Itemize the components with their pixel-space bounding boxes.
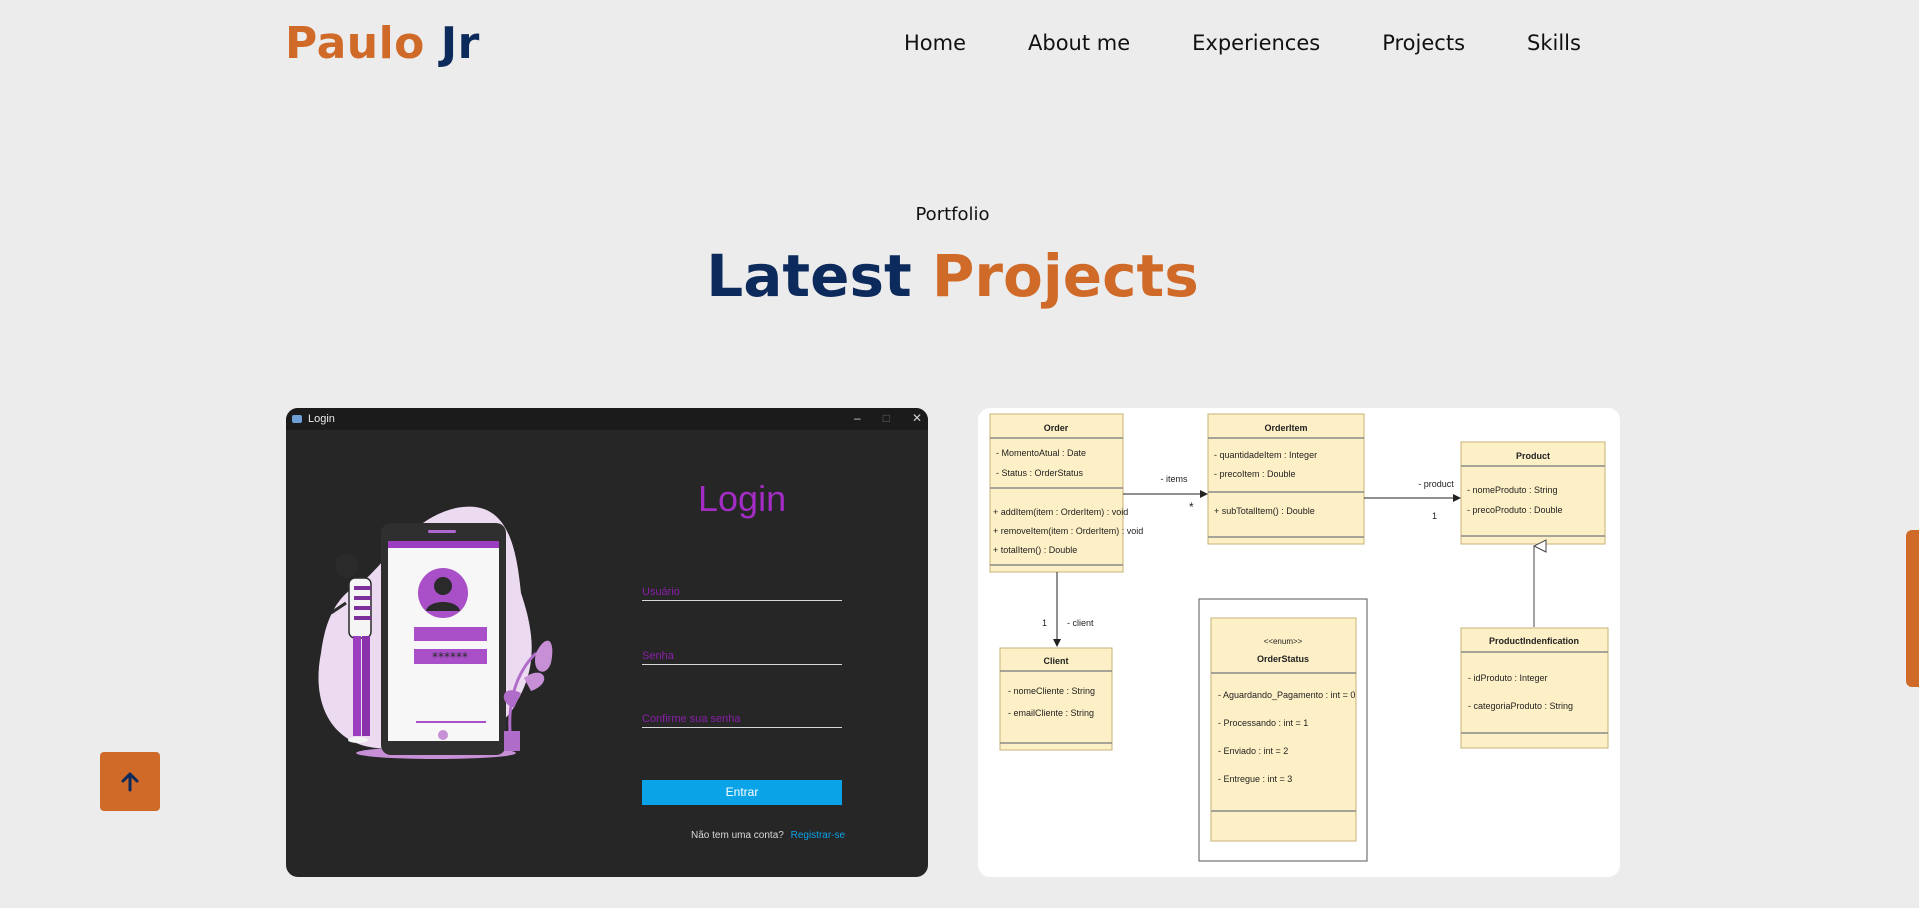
- uml-productid-attr: - idProduto : Integer: [1468, 673, 1548, 683]
- nav-experiences[interactable]: Experiences: [1192, 31, 1320, 55]
- uml-label-items-mult: *: [1189, 500, 1194, 514]
- uml-label-items: - items: [1161, 474, 1189, 484]
- uml-enum-name: OrderStatus: [1257, 654, 1309, 664]
- logo-last: Jr: [440, 18, 480, 69]
- login-illustration: ******: [318, 506, 553, 759]
- uml-orderitem-op: + subTotalItem() : Double: [1214, 506, 1315, 516]
- uml-enum-orderstatus: <<enum>> OrderStatus - Aguardando_Pagame…: [1210, 617, 1357, 842]
- uml-enum-stereotype: <<enum>>: [1264, 637, 1303, 646]
- password-placeholder: Senha: [642, 650, 674, 662]
- uml-enum-value: - Processando : int = 1: [1218, 718, 1308, 728]
- main-nav: Home About me Experiences Projects Skill…: [904, 31, 1581, 55]
- uml-order-op: + removeItem(item : OrderItem) : void: [993, 526, 1143, 536]
- uml-order-attr: - MomentoAtual : Date: [996, 448, 1086, 458]
- uml-orderitem-name: OrderItem: [1264, 423, 1307, 433]
- confirm-password-field[interactable]: Confirme sua senha: [642, 707, 842, 728]
- uml-diagram: Order - MomentoAtual : Date - Status : O…: [989, 413, 1609, 862]
- uml-enum-value: - Aguardando_Pagamento : int = 0: [1218, 690, 1355, 700]
- register-prompt: Não tem uma conta? Registrar-se: [691, 830, 845, 841]
- uml-order-name: Order: [1044, 423, 1069, 433]
- section-title-part1: Latest: [706, 242, 912, 310]
- section-title-part2: Projects: [931, 242, 1199, 310]
- maximize-icon: □: [882, 411, 890, 425]
- username-field[interactable]: Usuário: [642, 580, 842, 601]
- username-placeholder: Usuário: [642, 586, 680, 598]
- uml-order-op: + addItem(item : OrderItem) : void: [993, 507, 1128, 517]
- uml-orderitem-attr: - quantidadeItem : Integer: [1214, 450, 1317, 460]
- site-logo[interactable]: Paulo Jr: [285, 18, 480, 69]
- uml-client-attr: - emailCliente : String: [1008, 708, 1094, 718]
- back-to-top-button[interactable]: [100, 752, 160, 811]
- uml-label-client-mult: 1: [1042, 618, 1047, 628]
- svg-text:******: ******: [432, 650, 468, 664]
- app-icon: [292, 415, 302, 423]
- section-title: Latest Projects: [0, 242, 1905, 310]
- uml-product-attr: - precoProduto : Double: [1467, 505, 1563, 515]
- confirm-password-placeholder: Confirme sua senha: [642, 713, 741, 725]
- nav-about-me[interactable]: About me: [1028, 31, 1130, 55]
- register-text: Não tem uma conta?: [691, 830, 784, 841]
- uml-label-product-mult: 1: [1432, 511, 1437, 521]
- password-field[interactable]: Senha: [642, 644, 842, 665]
- nav-skills[interactable]: Skills: [1527, 31, 1581, 55]
- minimize-icon: –: [854, 411, 861, 425]
- uml-client-attr: - nomeCliente : String: [1008, 686, 1095, 696]
- uml-class-product: Product - nomeProduto : String - precoPr…: [1460, 441, 1606, 545]
- uml-label-product: - product: [1418, 479, 1454, 489]
- uml-class-orderitem: OrderItem - quantidadeItem : Integer - p…: [1207, 413, 1365, 545]
- register-link[interactable]: Registrar-se: [791, 830, 845, 841]
- uml-enum-value: - Entregue : int = 3: [1218, 774, 1292, 784]
- nav-projects[interactable]: Projects: [1382, 31, 1465, 55]
- window-titlebar: Login – □ ✕: [286, 408, 928, 430]
- uml-label-client: - client: [1067, 618, 1094, 628]
- uml-order-attr: - Status : OrderStatus: [996, 468, 1084, 478]
- uml-product-attr: - nomeProduto : String: [1467, 485, 1558, 495]
- uml-product-name: Product: [1516, 451, 1550, 461]
- project-card-uml[interactable]: Order - MomentoAtual : Date - Status : O…: [978, 408, 1620, 877]
- nav-home[interactable]: Home: [904, 31, 966, 55]
- logo-first: Paulo: [285, 18, 425, 69]
- arrow-up-icon: [121, 772, 139, 791]
- project-card-login[interactable]: Login – □ ✕ ****** Login Usuário Senha C…: [286, 408, 928, 877]
- uml-enum-value: - Enviado : int = 2: [1218, 746, 1288, 756]
- portfolio-page: Paulo Jr Home About me Experiences Proje…: [0, 0, 1919, 908]
- window-title: Login: [308, 413, 335, 425]
- uml-orderitem-attr: - precoItem : Double: [1214, 469, 1296, 479]
- uml-class-order: Order - MomentoAtual : Date - Status : O…: [989, 413, 1143, 573]
- side-scroll-tab[interactable]: [1906, 530, 1919, 687]
- uml-client-name: Client: [1043, 656, 1068, 666]
- uml-order-op: + totalItem() : Double: [993, 545, 1077, 555]
- entrar-button[interactable]: Entrar: [642, 780, 842, 805]
- login-heading: Login: [698, 478, 787, 519]
- window-controls: – □ ✕: [854, 411, 922, 425]
- section-eyebrow: Portfolio: [915, 204, 990, 225]
- uml-productid-attr: - categoriaProduto : String: [1468, 701, 1573, 711]
- uml-class-productid: ProductIndenfication - idProduto : Integ…: [1460, 627, 1609, 749]
- uml-productid-name: ProductIndenfication: [1489, 636, 1579, 646]
- uml-class-client: Client - nomeCliente : String - emailCli…: [999, 647, 1113, 751]
- close-icon: ✕: [911, 411, 922, 425]
